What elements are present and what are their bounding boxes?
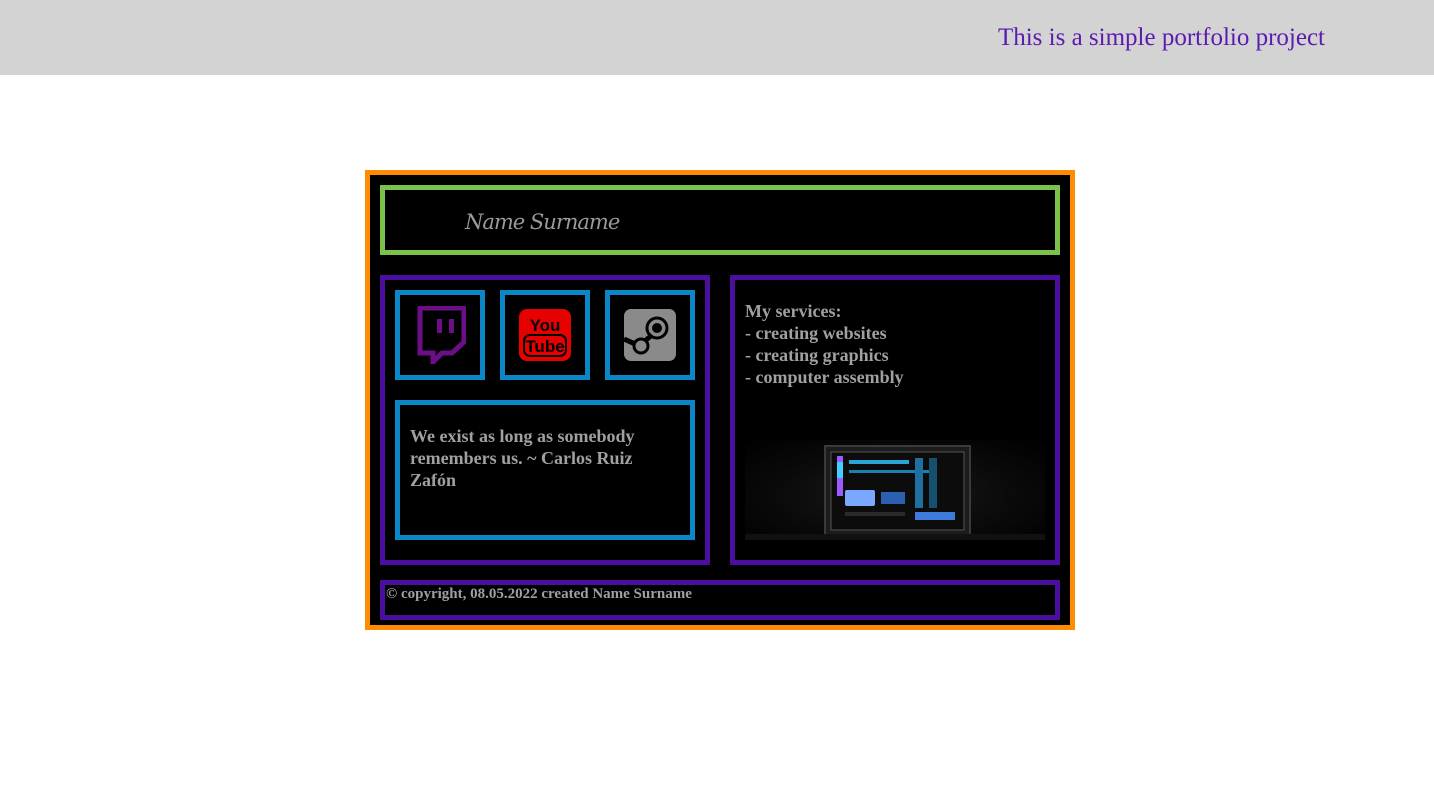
- tagline: This is a simple portfolio project: [997, 24, 1325, 51]
- svg-text:Tube: Tube: [525, 337, 564, 356]
- youtube-icon: You Tube: [519, 309, 571, 361]
- steam-icon: [624, 309, 676, 361]
- service-item: - creating websites: [745, 323, 887, 343]
- steam-link[interactable]: [605, 290, 695, 380]
- header-section: Name Surname: [380, 185, 1060, 255]
- twitch-link[interactable]: [395, 290, 485, 380]
- portfolio-card: Name Surname You Tube We exist as long a…: [365, 170, 1075, 630]
- svg-text:You: You: [530, 316, 561, 335]
- youtube-link[interactable]: You Tube: [500, 290, 590, 380]
- social-panel: You Tube We exist as long as somebody re…: [380, 275, 710, 565]
- service-item: - computer assembly: [745, 367, 904, 387]
- computer-case-image: [745, 445, 1045, 540]
- owner-name: Name Surname: [465, 210, 620, 234]
- service-item: - creating graphics: [745, 345, 889, 365]
- quote-box: We exist as long as somebody remembers u…: [395, 400, 695, 540]
- services-heading: My services:: [745, 301, 842, 321]
- quote-text: We exist as long as somebody remembers u…: [410, 426, 635, 490]
- top-bar: This is a simple portfolio project: [0, 0, 1434, 75]
- pc-image: [745, 440, 1045, 540]
- services-panel: My services: - creating websites - creat…: [730, 275, 1060, 565]
- copyright-text: © copyright, 08.05.2022 created Name Sur…: [386, 586, 692, 602]
- footer: © copyright, 08.05.2022 created Name Sur…: [380, 580, 1060, 620]
- twitch-icon: [417, 306, 466, 364]
- services-list: My services: - creating websites - creat…: [745, 300, 904, 388]
